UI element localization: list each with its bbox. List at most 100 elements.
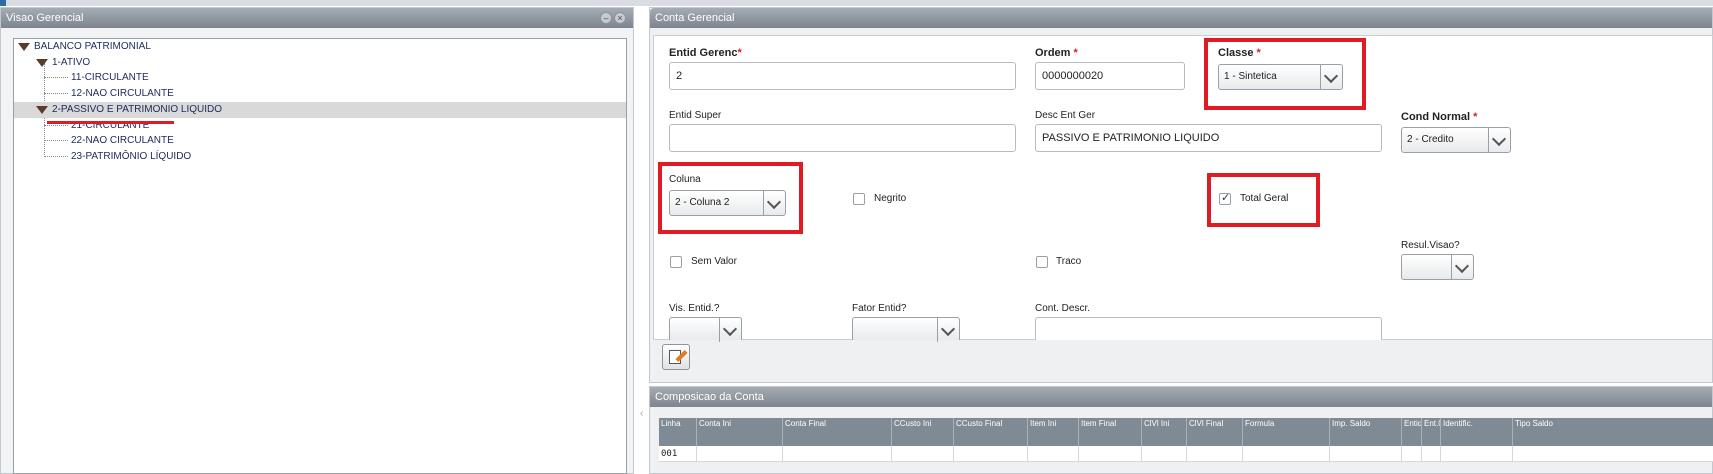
traco-label: Traco xyxy=(1056,256,1082,267)
table-cell[interactable] xyxy=(1028,446,1079,462)
column-header[interactable]: Identific. xyxy=(1441,418,1513,446)
column-header[interactable]: Tipo Saldo xyxy=(1513,418,1713,446)
column-header[interactable]: Conta Ini xyxy=(697,418,783,446)
chevron-down-icon xyxy=(722,321,738,337)
resul-visao-select[interactable] xyxy=(1401,254,1474,280)
expanded-triangle-icon[interactable] xyxy=(36,106,48,114)
edit-button[interactable] xyxy=(662,344,690,370)
table-cell[interactable] xyxy=(954,446,1028,462)
collapse-arrow-icon[interactable]: ‹ xyxy=(640,408,643,419)
sem-valor-label: Sem Valor xyxy=(691,256,737,267)
traco-checkbox[interactable] xyxy=(1036,256,1048,268)
expanded-triangle-icon[interactable] xyxy=(18,43,30,51)
column-header[interactable]: Entid xyxy=(1402,418,1422,446)
grid-header: Linha Conta Ini Conta Final CCusto Ini C… xyxy=(659,418,1713,446)
tree-item-label: BALANCO PATRIMONIAL xyxy=(34,41,151,52)
chevron-down-icon xyxy=(940,321,956,337)
tree-item-balanco[interactable]: BALANCO PATRIMONIAL xyxy=(14,39,626,55)
table-cell[interactable] xyxy=(1441,446,1513,462)
fator-entid-label: Fator Entid? xyxy=(852,303,907,314)
visao-gerencial-header: Visao Gerencial – × xyxy=(1,8,633,28)
column-header[interactable]: Conta Final xyxy=(783,418,892,446)
tree-item-label: 22-NAO CIRCULANTE xyxy=(71,135,174,146)
conta-gerencial-title: Conta Gerencial xyxy=(655,12,735,24)
entid-super-label: Entid Super xyxy=(669,110,722,121)
top-accent xyxy=(0,0,6,6)
conta-gerencial-header: Conta Gerencial xyxy=(650,8,1712,28)
chevron-down-icon xyxy=(1454,258,1470,274)
dropdown-button[interactable] xyxy=(719,318,741,342)
column-header[interactable]: CCusto Ini xyxy=(892,418,954,446)
top-strip xyxy=(0,0,1713,6)
column-header[interactable]: Item Ini xyxy=(1028,418,1079,446)
resul-visao-label: Resul.Visao? xyxy=(1401,240,1460,251)
tree-item-passivo-nao-circulante[interactable]: 22-NAO CIRCULANTE xyxy=(14,133,626,149)
dropdown-button[interactable] xyxy=(1488,128,1510,152)
ordem-field[interactable]: 0000000020 xyxy=(1035,62,1185,90)
table-cell[interactable] xyxy=(1513,446,1713,462)
tree-item-ativo-nao-circulante[interactable]: 12-NAO CIRCULANTE xyxy=(14,86,626,102)
vis-entid-select[interactable] xyxy=(669,317,742,342)
dropdown-button[interactable] xyxy=(937,318,959,342)
tree-item-patrimonio-liquido[interactable]: 23-PATRIMÔNIO LÍQUIDO xyxy=(14,149,626,165)
composicao-header: Composicao da Conta xyxy=(650,387,1712,407)
cont-descr-label: Cont. Descr. xyxy=(1035,303,1091,314)
cont-descr-field[interactable] xyxy=(1035,317,1382,340)
fator-entid-select[interactable] xyxy=(852,317,960,342)
cond-normal-value: 2 - Credito xyxy=(1407,134,1454,145)
tree-item-ativo-circulante[interactable]: 11-CIRCULANTE xyxy=(14,70,626,86)
tree-item-label: 12-NAO CIRCULANTE xyxy=(71,88,174,99)
expanded-triangle-icon[interactable] xyxy=(36,59,48,67)
tree-item-label: 2-PASSIVO E PATRIMONIO LIQUIDO xyxy=(52,104,223,115)
panel-splitter[interactable] xyxy=(636,7,649,474)
table-cell[interactable] xyxy=(783,446,892,462)
visao-gerencial-title: Visao Gerencial xyxy=(6,12,84,24)
desc-ent-ger-label: Desc Ent Ger xyxy=(1035,110,1096,121)
table-cell[interactable] xyxy=(1243,446,1330,462)
minimize-icon[interactable]: – xyxy=(600,12,612,24)
dropdown-button[interactable] xyxy=(1451,255,1473,279)
entid-gerenc-field[interactable]: 2 xyxy=(669,62,1016,90)
tree-item-passivo[interactable]: 2-PASSIVO E PATRIMONIO LIQUIDO xyxy=(14,102,626,118)
desc-ent-ger-field[interactable]: PASSIVO E PATRIMONIO LIQUIDO xyxy=(1035,124,1382,152)
table-row[interactable]: 001 xyxy=(659,446,1713,462)
table-cell[interactable]: 001 xyxy=(659,446,697,462)
column-header[interactable]: Imp. Saldo xyxy=(1330,418,1402,446)
sem-valor-checkbox[interactable] xyxy=(670,256,682,268)
entid-super-field[interactable] xyxy=(669,124,1016,152)
column-header[interactable]: ClVl Ini xyxy=(1142,418,1187,446)
table-cell[interactable] xyxy=(1422,446,1441,462)
composicao-title: Composicao da Conta xyxy=(655,391,764,403)
cond-normal-select[interactable]: 2 - Credito xyxy=(1401,127,1511,153)
entid-gerenc-label: Entid Gerenc* xyxy=(669,47,742,59)
cond-normal-label: Cond Normal * xyxy=(1401,111,1478,123)
table-cell[interactable] xyxy=(1142,446,1187,462)
negrito-checkbox[interactable] xyxy=(853,193,865,205)
tree-item-ativo[interactable]: 1-ATIVO xyxy=(14,55,626,71)
table-cell[interactable] xyxy=(697,446,783,462)
column-header[interactable]: CCusto Final xyxy=(954,418,1028,446)
tree-item-label: 23-PATRIMÔNIO LÍQUIDO xyxy=(71,151,192,162)
table-cell[interactable] xyxy=(892,446,954,462)
column-header[interactable]: Formula xyxy=(1243,418,1330,446)
column-header[interactable]: Linha xyxy=(659,418,697,446)
close-icon[interactable]: × xyxy=(614,12,626,24)
negrito-label: Negrito xyxy=(874,193,907,204)
app-window: Visao Gerencial – × BALANCO PATRIMONIAL … xyxy=(0,0,1713,474)
table-cell[interactable] xyxy=(1402,446,1422,462)
tree-view[interactable]: BALANCO PATRIMONIAL 1-ATIVO 11-CIRCULANT… xyxy=(13,38,627,474)
column-header[interactable]: Ent.0 xyxy=(1422,418,1441,446)
table-cell[interactable] xyxy=(1330,446,1402,462)
column-header[interactable]: ClVl Final xyxy=(1187,418,1243,446)
highlight-box-classe xyxy=(1204,38,1366,110)
highlight-box-total-geral xyxy=(1207,173,1320,227)
visao-gerencial-panel: Visao Gerencial – × BALANCO PATRIMONIAL … xyxy=(0,7,634,474)
vis-entid-label: Vis. Entid.? xyxy=(669,303,720,314)
composicao-panel: Composicao da Conta Linha Conta Ini Cont… xyxy=(649,386,1713,474)
table-cell[interactable] xyxy=(1187,446,1243,462)
column-header[interactable]: Item Final xyxy=(1079,418,1142,446)
highlight-box-coluna xyxy=(658,162,803,234)
tree-item-label: 11-CIRCULANTE xyxy=(71,72,149,83)
highlight-underline xyxy=(47,121,174,124)
table-cell[interactable] xyxy=(1079,446,1142,462)
